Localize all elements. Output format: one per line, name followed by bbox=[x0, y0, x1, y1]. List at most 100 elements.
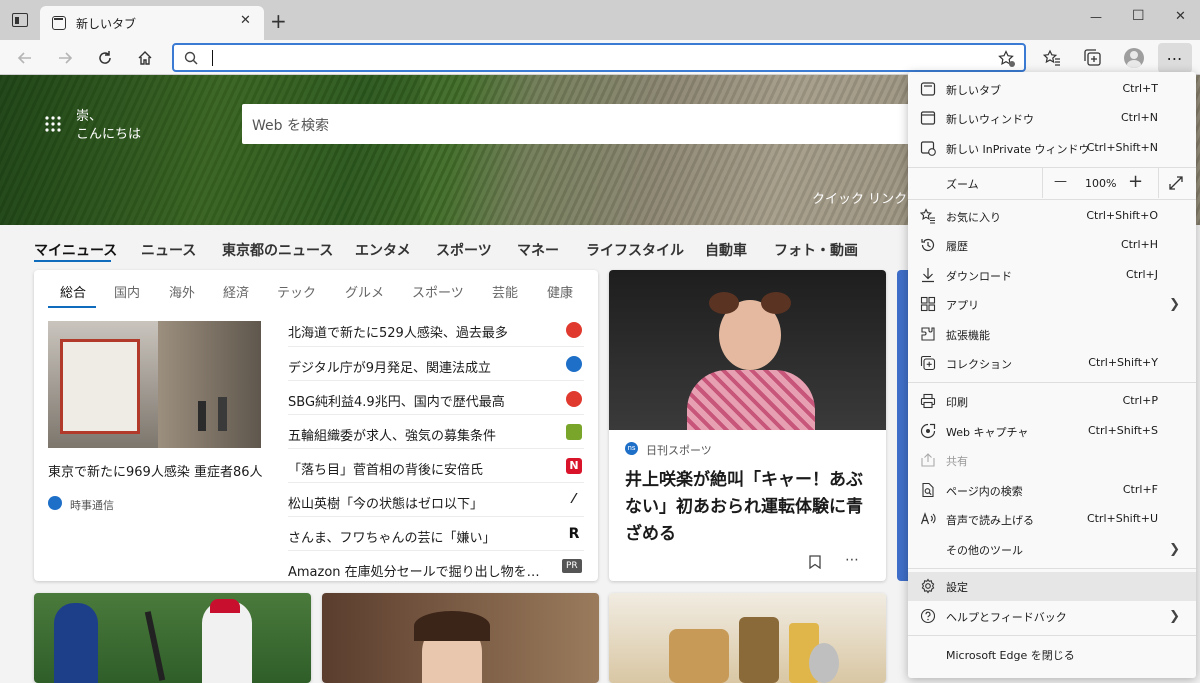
back-button[interactable] bbox=[10, 43, 40, 73]
headline-item[interactable]: デジタル庁が9月発足、関連法成立 bbox=[288, 357, 491, 376]
menu-collections[interactable]: コレクション Ctrl+Shift+Y bbox=[908, 349, 1196, 378]
menu-label: ダウンロード bbox=[946, 270, 1012, 283]
nav-photo-video[interactable]: フォト・動画 bbox=[774, 240, 858, 260]
find-icon bbox=[922, 482, 934, 498]
source-logo-icon bbox=[566, 322, 582, 338]
menu-more-tools[interactable]: その他のツール ❯ bbox=[908, 535, 1196, 564]
menu-find-on-page[interactable]: ページ内の検索 Ctrl+F bbox=[908, 476, 1196, 505]
web-search-box[interactable]: Web を検索 bbox=[242, 104, 922, 144]
minimize-button[interactable]: — bbox=[1090, 10, 1102, 24]
subtab-health[interactable]: 健康 bbox=[547, 282, 573, 301]
tab-actions-icon[interactable] bbox=[12, 13, 28, 27]
menu-settings[interactable]: 設定 bbox=[908, 572, 1196, 601]
favorites-button[interactable] bbox=[1037, 43, 1067, 73]
address-bar[interactable] bbox=[172, 43, 1026, 72]
menu-shortcut: Ctrl+F bbox=[1122, 483, 1158, 496]
settings-and-more-button[interactable]: ⋯ bbox=[1158, 43, 1192, 73]
tab-close-icon[interactable]: ✕ bbox=[240, 13, 251, 28]
menu-share: 共有 bbox=[908, 446, 1196, 475]
menu-shortcut: Ctrl+N bbox=[1120, 111, 1158, 124]
menu-help-feedback[interactable]: ヘルプとフィードバック ❯ bbox=[908, 602, 1196, 631]
menu-close-edge[interactable]: Microsoft Edge を閉じる bbox=[908, 640, 1196, 669]
nav-lifestyle[interactable]: ライフスタイル bbox=[586, 240, 684, 260]
menu-new-window[interactable]: 新しいウィンドウ Ctrl+N bbox=[908, 104, 1196, 133]
source-logo-icon: N bbox=[566, 458, 582, 474]
forward-arrow-icon bbox=[59, 52, 73, 64]
subtab-general[interactable]: 総合 bbox=[60, 282, 86, 301]
feature-image-sign bbox=[60, 339, 140, 434]
refresh-button[interactable] bbox=[90, 43, 120, 73]
new-tab-plus-icon[interactable]: + bbox=[270, 9, 287, 33]
text-cursor bbox=[212, 50, 213, 66]
nav-sports[interactable]: スポーツ bbox=[436, 240, 492, 260]
menu-inprivate-window[interactable]: 新しい InPrivate ウィンドウ Ctrl+Shift+N bbox=[908, 134, 1196, 163]
greeting: 崇、 こんにちは bbox=[76, 108, 141, 144]
menu-read-aloud[interactable]: 音声で読み上げる Ctrl+Shift+U bbox=[908, 505, 1196, 534]
avatar-icon bbox=[1124, 48, 1144, 68]
source-logo-icon bbox=[566, 356, 582, 372]
feature-caption[interactable]: 東京で新たに969人感染 重症者86人 bbox=[48, 461, 263, 480]
nav-autos[interactable]: 自動車 bbox=[705, 240, 747, 260]
maximize-button[interactable]: ☐ bbox=[1132, 8, 1145, 24]
source-logo-icon: R bbox=[568, 526, 580, 542]
menu-shortcut: Ctrl+Shift+S bbox=[1088, 424, 1158, 437]
headline-item[interactable]: 北海道で新たに529人感染、過去最多 bbox=[288, 322, 508, 341]
feature-image[interactable] bbox=[48, 321, 261, 448]
tab-new-tab[interactable]: 新しいタブ ✕ bbox=[40, 6, 264, 40]
headline-item[interactable]: Amazon 在庫処分セールで掘り出し物を… bbox=[288, 561, 540, 580]
zoom-in-button[interactable]: + bbox=[1128, 171, 1143, 192]
profile-button[interactable] bbox=[1119, 43, 1149, 73]
headline-item[interactable]: 五輪組織委が求人、強気の募集条件 bbox=[288, 425, 496, 444]
add-favorite-star-icon[interactable] bbox=[998, 50, 1016, 68]
subtab-domestic[interactable]: 国内 bbox=[114, 282, 140, 301]
zoom-out-button[interactable]: — bbox=[1054, 174, 1067, 189]
subtab-tech[interactable]: テック bbox=[277, 282, 316, 301]
settings-menu: 新しいタブ Ctrl+T 新しいウィンドウ Ctrl+N 新しい InPriva… bbox=[908, 72, 1196, 678]
subtab-gourmet[interactable]: グルメ bbox=[345, 282, 384, 301]
menu-new-tab[interactable]: 新しいタブ Ctrl+T bbox=[908, 75, 1196, 104]
tab-favicon-icon bbox=[52, 16, 66, 30]
forward-button[interactable] bbox=[50, 43, 80, 73]
subtab-sports[interactable]: スポーツ bbox=[412, 282, 464, 301]
story-card[interactable]: ns 日刊スポーツ 井上咲楽が絶叫「キャー！あぶない」初あおられ運転体験に青ざめ… bbox=[609, 270, 886, 581]
collections-icon bbox=[1084, 49, 1101, 66]
headline-item[interactable]: さんま、フワちゃんの芸に「嫌い」 bbox=[288, 527, 495, 546]
subtab-showbiz[interactable]: 芸能 bbox=[492, 282, 518, 301]
menu-apps[interactable]: アプリ ❯ bbox=[908, 290, 1196, 319]
nav-money[interactable]: マネー bbox=[517, 240, 559, 260]
headline-item[interactable]: SBG純利益4.9兆円、国内で歴代最高 bbox=[288, 391, 505, 410]
menu-history[interactable]: 履歴 Ctrl+H bbox=[908, 231, 1196, 260]
nav-tokyo-news[interactable]: 東京都のニュース bbox=[222, 240, 333, 260]
headline-item[interactable]: 「落ち目」菅首相の背後に安倍氏 bbox=[288, 459, 483, 478]
menu-downloads[interactable]: ダウンロード Ctrl+J bbox=[908, 261, 1196, 290]
source-logo-icon bbox=[566, 391, 582, 407]
app-launcher-icon[interactable] bbox=[44, 115, 62, 133]
portrait-card[interactable] bbox=[322, 593, 599, 683]
story-headline[interactable]: 井上咲楽が絶叫「キャー！あぶない」初あおられ運転体験に青ざめる bbox=[625, 467, 875, 548]
headline-item[interactable]: 松山英樹「今の状態はゼロ以下」 bbox=[288, 493, 483, 512]
collections-button[interactable] bbox=[1078, 43, 1108, 73]
close-window-button[interactable]: ✕ bbox=[1175, 9, 1186, 24]
chevron-right-icon: ❯ bbox=[1169, 609, 1180, 624]
fullscreen-icon[interactable] bbox=[1168, 175, 1184, 191]
apps-icon bbox=[920, 296, 936, 312]
home-button[interactable] bbox=[130, 43, 160, 73]
menu-label: 共有 bbox=[946, 455, 968, 468]
nav-news[interactable]: ニュース bbox=[141, 240, 196, 260]
menu-favorites[interactable]: お気に入り Ctrl+Shift+O bbox=[908, 202, 1196, 231]
baseball-card[interactable] bbox=[34, 593, 311, 683]
menu-label: ページ内の検索 bbox=[946, 485, 1023, 498]
quick-links-toggle[interactable]: クイック リンク bbox=[812, 188, 907, 207]
subtab-world[interactable]: 海外 bbox=[169, 282, 195, 301]
food-card[interactable] bbox=[609, 593, 886, 683]
bookmark-icon[interactable] bbox=[809, 555, 821, 569]
nav-my-news[interactable]: マイニュース bbox=[34, 240, 117, 260]
subtab-economy[interactable]: 経済 bbox=[223, 282, 249, 301]
menu-shortcut: Ctrl+Shift+N bbox=[1086, 141, 1158, 154]
story-more-button[interactable]: ⋯ bbox=[845, 552, 859, 568]
baseball-player-left bbox=[54, 603, 98, 683]
menu-print[interactable]: 印刷 Ctrl+P bbox=[908, 387, 1196, 416]
menu-extensions[interactable]: 拡張機能 bbox=[908, 320, 1196, 349]
menu-web-capture[interactable]: Web キャプチャ Ctrl+Shift+S bbox=[908, 417, 1196, 446]
nav-entertainment[interactable]: エンタメ bbox=[355, 240, 411, 260]
